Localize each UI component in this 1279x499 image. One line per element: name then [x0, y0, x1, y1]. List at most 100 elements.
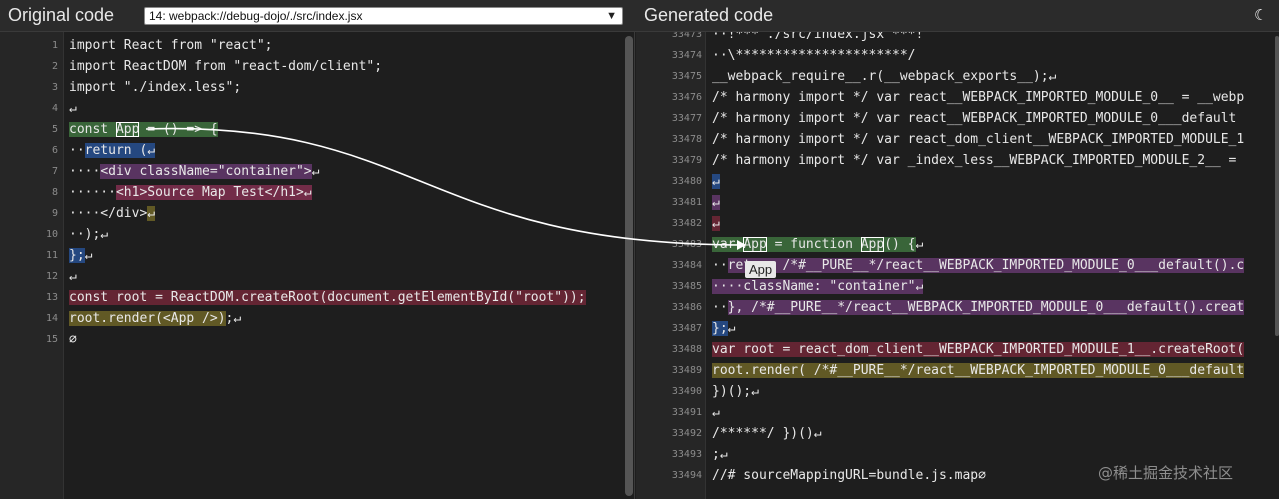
code-line: 11 };↵ — [0, 245, 634, 266]
code-text: ··}, /*#__PURE__*/react__WEBPACK_IMPORTE… — [712, 300, 1245, 315]
original-code-pane: 1 import React from "react"; 2 import React… — [0, 32, 635, 499]
code-line: 33488 var root = react_dom_client__WEBPAC… — [636, 339, 1279, 360]
original-scrollbar[interactable] — [625, 36, 633, 496]
generated-code-title: Generated code — [644, 5, 774, 25]
code-text: ··return /*#__PURE__*/react__WEBPACK_IMP… — [712, 258, 1245, 273]
code-text: /* harmony import */ var react__WEBPACK_… — [712, 90, 1245, 105]
code-text: ····className: "container"↵ — [712, 279, 924, 294]
line-number: 33479 — [671, 155, 702, 166]
line-number: 33490 — [671, 386, 702, 397]
code-line: 33483 var App = function App() {↵ — [636, 234, 1279, 255]
code-line: 4 ↵ — [0, 98, 634, 119]
line-number: 33487 — [671, 323, 702, 334]
line-number: 33488 — [671, 344, 702, 355]
code-line: 33474 ··\**********************/ — [636, 45, 1279, 66]
code-line: 33477 /* harmony import */ var react__WEB… — [636, 108, 1279, 129]
code-text: ;↵ — [712, 447, 728, 462]
code-text: ····</div>↵ — [69, 206, 156, 221]
generated-scrollbar[interactable] — [1275, 36, 1279, 336]
code-line: 33485 ····className: "container"↵ — [636, 276, 1279, 297]
code-line: 33473 ··!*** ./src/index.jsx ***! — [636, 32, 1279, 45]
line-number: 33492 — [671, 428, 702, 439]
line-number: 33486 — [671, 302, 702, 313]
code-line: 14 root.render(<App />);↵ — [0, 308, 634, 329]
watermark: @稀土掘金技术社区 — [1098, 464, 1234, 482]
line-number: 13 — [45, 292, 58, 303]
top-bar: Original code 14: webpack://debug-dojo/.… — [0, 0, 1279, 32]
line-number: 33494 — [671, 470, 702, 481]
code-text: var root = react_dom_client__WEBPACK_IMP… — [712, 342, 1245, 357]
code-line: 3 import "./index.less"; — [0, 77, 634, 98]
code-line: 33482 ↵ — [636, 213, 1279, 234]
code-line: 9 ····</div>↵ — [0, 203, 634, 224]
code-text: };↵ — [712, 321, 736, 336]
line-number: 9 — [51, 208, 58, 219]
file-select-value: 14: webpack://debug-dojo/./src/index.jsx — [149, 9, 363, 23]
code-text: /* harmony import */ var react__WEBPACK_… — [712, 111, 1237, 126]
generated-code-pane: 33473 ··!*** ./src/index.jsx ***! 33474 ··\… — [636, 32, 1279, 499]
code-line: 13 const root = ReactDOM.createRoot(docum… — [0, 287, 634, 308]
line-number: 33481 — [671, 197, 702, 208]
line-number: 33489 — [671, 365, 702, 376]
code-line: 33478 /* harmony import */ var react_dom_… — [636, 129, 1279, 150]
line-number: 33484 — [671, 260, 702, 271]
code-text: ↵ — [712, 405, 720, 420]
code-text: root.render(<App />);↵ — [69, 311, 242, 326]
line-number: 2 — [51, 61, 58, 72]
code-text: ↵ — [712, 174, 720, 189]
code-line: 33481 ↵ — [636, 192, 1279, 213]
line-number: 33473 — [671, 32, 702, 40]
code-line: 12 ↵ — [0, 266, 634, 287]
code-line: 33491 ↵ — [636, 402, 1279, 423]
code-text: /* harmony import */ var react_dom_clien… — [712, 132, 1245, 147]
code-text: };↵ — [69, 248, 93, 263]
line-number: 15 — [45, 334, 58, 345]
code-text: ↵ — [712, 216, 720, 231]
line-number: 1 — [51, 40, 58, 51]
line-number: 11 — [45, 250, 58, 261]
code-line: 33489 root.render( /*#__PURE__*/react__WE… — [636, 360, 1279, 381]
code-text: ··\**********************/ — [712, 48, 916, 63]
code-line: 33475 __webpack_require__.r(__webpack_exp… — [636, 66, 1279, 87]
code-line: 33490})();↵ — [636, 381, 1279, 402]
code-line: 33484 ··return /*#__PURE__*/react__WEBPAC… — [636, 255, 1279, 276]
code-text: ··);↵ — [69, 227, 109, 242]
code-text: //# sourceMappingURL=bundle.js.map∅ — [712, 468, 986, 483]
line-number: 12 — [45, 271, 58, 282]
line-number: 10 — [45, 229, 58, 240]
code-text: root.render( /*#__PURE__*/react__WEBPACK… — [712, 363, 1245, 378]
code-line: 5 const App = () => { — [0, 119, 634, 140]
code-line: 33479 /* harmony import */ var _index_les… — [636, 150, 1279, 171]
line-number: 33478 — [671, 134, 702, 145]
code-text: ······<h1>Source Map Test</h1>↵ — [69, 185, 312, 200]
line-number: 33482 — [671, 218, 702, 229]
code-text: /******/ })()↵ — [712, 426, 822, 441]
file-select[interactable]: 14: webpack://debug-dojo/./src/index.jsx… — [144, 7, 623, 25]
code-text: __webpack_require__.r(__webpack_exports_… — [712, 69, 1057, 84]
code-text: ↵ — [69, 101, 77, 116]
code-line: 7 ····<div className="container">↵ — [0, 161, 634, 182]
code-line: 2 import ReactDOM from "react-dom/client"… — [0, 56, 634, 77]
code-text: var App = function App() {↵ — [712, 237, 924, 252]
code-text: ··return (↵ — [69, 143, 156, 158]
line-number: 6 — [51, 145, 58, 156]
code-line: 8 ······<h1>Source Map Test</h1>↵ — [0, 182, 634, 203]
line-number: 33476 — [671, 92, 702, 103]
code-line: 1 import React from "react"; — [0, 35, 634, 56]
line-number: 8 — [51, 187, 58, 198]
line-number: 33474 — [671, 50, 702, 61]
code-line: 33476 /* harmony import */ var react__WEB… — [636, 87, 1279, 108]
line-number: 33475 — [671, 71, 702, 82]
line-number: 7 — [51, 166, 58, 177]
code-line: 10 ··);↵ — [0, 224, 634, 245]
code-line: 6 ··return (↵ — [0, 140, 634, 161]
code-text: ↵ — [69, 269, 77, 284]
code-line: 33487 };↵ — [636, 318, 1279, 339]
code-text: const App = () => { — [69, 122, 218, 137]
moon-icon[interactable]: ☾ — [1254, 6, 1270, 24]
line-number: 33493 — [671, 449, 702, 460]
chevron-down-icon: ▼ — [606, 10, 617, 22]
code-line: 33486 ··}, /*#__PURE__*/react__WEBPACK_IM… — [636, 297, 1279, 318]
line-number: 33491 — [671, 407, 702, 418]
code-line: 33480 ↵ — [636, 171, 1279, 192]
